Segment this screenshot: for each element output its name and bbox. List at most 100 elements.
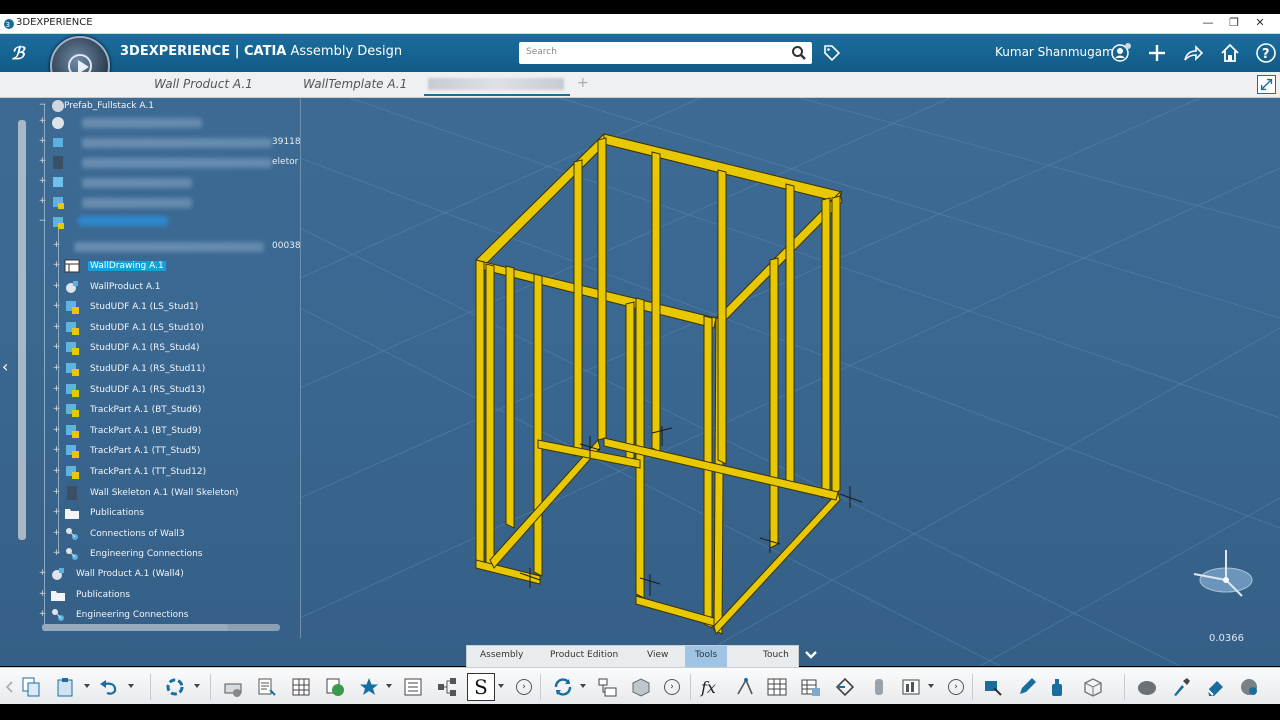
s-command-button[interactable]: S	[467, 673, 495, 701]
udf-icon	[66, 363, 79, 376]
knowledge-icon[interactable]	[734, 676, 756, 698]
star-dropdown[interactable]	[386, 684, 392, 688]
scrollbar-thumb[interactable]	[42, 624, 228, 631]
copy-icon[interactable]	[20, 676, 42, 698]
tab-wall-product[interactable]: Wall Product A.1	[154, 77, 253, 91]
expand-toggle[interactable]: +	[52, 528, 61, 538]
snap-icon[interactable]	[982, 676, 1004, 698]
share-icon[interactable]	[1182, 42, 1204, 64]
pencil-icon[interactable]	[1016, 676, 1038, 698]
settings-icon[interactable]	[222, 676, 244, 698]
more-tools-icon[interactable]: ›	[664, 679, 680, 695]
tree-node-blurred-3[interactable]: + eletor	[38, 154, 298, 172]
help-icon[interactable]: ?	[1255, 42, 1277, 64]
update-icon[interactable]	[164, 676, 186, 698]
add-icon[interactable]	[1146, 42, 1168, 64]
tree-node-blurred-4[interactable]: +	[38, 174, 298, 192]
star-icon[interactable]	[358, 676, 380, 698]
measure-icon[interactable]	[834, 676, 856, 698]
close-button[interactable]: ✕	[1252, 16, 1268, 30]
ribbon-tab-assembly[interactable]: Assembly	[480, 650, 523, 660]
structure-icon[interactable]	[436, 676, 458, 698]
expand-toggle[interactable]: +	[52, 446, 61, 455]
expand-toggle[interactable]: +	[52, 384, 61, 394]
expand-toggle[interactable]: +	[52, 343, 61, 352]
tab-wall-template[interactable]: WallTemplate A.1	[303, 77, 407, 91]
maximize-button[interactable]: ❐	[1226, 16, 1242, 30]
cylinder-icon[interactable]	[868, 676, 890, 698]
expand-toggle[interactable]: +	[52, 302, 61, 311]
search-input[interactable]: Search	[519, 42, 812, 64]
tab-active-blurred[interactable]	[428, 78, 564, 90]
table-icon[interactable]	[290, 676, 312, 698]
publications-icon	[51, 590, 65, 601]
minimize-button[interactable]: —	[1200, 16, 1216, 30]
robot-compass-icon[interactable]	[1190, 546, 1258, 602]
tree-node-blurred-6[interactable]: −	[38, 214, 298, 232]
globe-icon[interactable]	[324, 676, 346, 698]
box-icon[interactable]	[630, 676, 652, 698]
more-tools-icon[interactable]: ›	[948, 679, 964, 695]
expand-toggle[interactable]: +	[52, 405, 61, 414]
tree-node-blurred-2[interactable]: +39118	[38, 134, 301, 152]
spreadsheet-icon[interactable]	[766, 676, 788, 698]
expand-toggle[interactable]: +	[52, 364, 61, 373]
formula-icon[interactable]: fx	[700, 676, 722, 698]
expand-toggle[interactable]: +	[52, 261, 61, 270]
expand-toggle[interactable]: +	[38, 610, 47, 619]
expand-toggle[interactable]: +	[52, 281, 61, 291]
expand-toggle[interactable]: +	[52, 508, 61, 517]
properties-icon[interactable]	[256, 676, 278, 698]
s-dropdown[interactable]	[498, 684, 504, 688]
tree-node-blurred-7[interactable]: +00038	[52, 238, 302, 256]
scroll-left-icon[interactable]	[4, 676, 14, 698]
svg-text:3: 3	[6, 21, 10, 29]
material-icon[interactable]	[1136, 676, 1158, 698]
tree-item-label: WallProduct A.1	[90, 281, 161, 292]
tree-node-blurred-1[interactable]: +	[38, 114, 298, 132]
list-icon[interactable]	[402, 676, 424, 698]
user-icon[interactable]	[1110, 42, 1132, 64]
tree-horizontal-scrollbar[interactable]	[42, 624, 280, 631]
expand-toggle[interactable]: +	[52, 549, 61, 558]
cube-icon[interactable]	[1082, 676, 1104, 698]
refresh-icon[interactable]	[552, 676, 574, 698]
home-icon[interactable]	[1219, 42, 1241, 64]
tree-reorder-icon[interactable]	[596, 676, 618, 698]
tree-vertical-scrollbar[interactable]	[18, 120, 26, 540]
3d-viewport[interactable]: − Prefab_Fullstack A.1 + +39118 + eletor …	[0, 98, 1280, 666]
analysis-icon[interactable]	[900, 676, 922, 698]
ribbon-tab-touch[interactable]: Touch	[763, 650, 789, 660]
analysis-dropdown[interactable]	[928, 684, 934, 688]
expand-toggle[interactable]: +	[38, 569, 47, 578]
paste-dropdown[interactable]	[84, 684, 90, 688]
ribbon-tab-tools[interactable]: Tools	[685, 646, 728, 668]
bottle-icon[interactable]	[1046, 676, 1068, 698]
fullscreen-icon[interactable]	[1257, 75, 1276, 94]
paste-icon[interactable]	[54, 676, 76, 698]
tree-node-blurred-5[interactable]: +	[38, 194, 298, 212]
ribbon-tab-product-edition[interactable]: Product Edition	[550, 650, 618, 660]
refresh-dropdown[interactable]	[580, 684, 586, 688]
expand-toggle[interactable]: +	[52, 487, 61, 497]
undo-icon[interactable]	[98, 676, 120, 698]
expand-toggle[interactable]: +	[52, 467, 61, 476]
tree-item-label: StudUDF A.1 (RS_Stud11)	[90, 364, 206, 374]
eyedropper-icon[interactable]	[1170, 676, 1192, 698]
new-tab-button[interactable]: +	[577, 75, 589, 91]
catalog-icon[interactable]	[800, 676, 822, 698]
expand-toggle[interactable]: +	[52, 425, 61, 435]
expand-toggle[interactable]: +	[38, 589, 47, 599]
tag-icon[interactable]	[822, 43, 842, 63]
update-dropdown[interactable]	[194, 684, 200, 688]
eraser-icon[interactable]	[1204, 676, 1226, 698]
collapse-panel-icon[interactable]: ‹	[2, 359, 14, 375]
expand-toggle[interactable]: +	[52, 322, 61, 332]
ribbon-tab-view[interactable]: View	[647, 650, 668, 660]
more-tools-icon[interactable]: ›	[516, 679, 532, 695]
undo-dropdown[interactable]	[128, 684, 134, 688]
chevron-down-icon[interactable]	[804, 648, 818, 662]
search-icon[interactable]	[791, 45, 807, 61]
user-name[interactable]: Kumar Shanmugam	[995, 45, 1114, 59]
render-sphere-icon[interactable]	[1238, 676, 1260, 698]
